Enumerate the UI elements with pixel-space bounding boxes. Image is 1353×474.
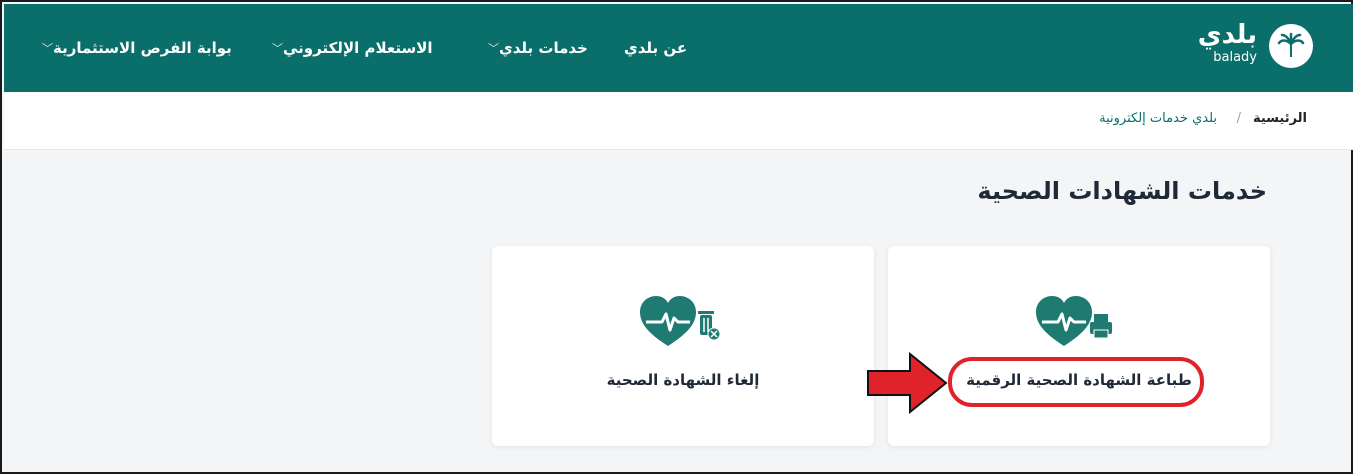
- heart-trash-icon: [638, 294, 728, 350]
- nav-item-about[interactable]: عن بلدي: [624, 4, 687, 92]
- nav-label: بوابة الفرص الاستثمارية: [53, 39, 232, 57]
- highlight-ellipse-annotation: [948, 357, 1204, 407]
- nav-label: عن بلدي: [624, 39, 688, 57]
- chevron-down-icon: ﹀: [272, 42, 283, 55]
- breadcrumb: الرئيسية / بلدي خدمات إلكترونية: [4, 92, 1353, 150]
- logo-english-text: balady: [1213, 50, 1257, 65]
- balady-logo[interactable]: بلدي balady: [1173, 20, 1313, 74]
- card-label: إلغاء الشهادة الصحية: [606, 371, 760, 389]
- nav-item-investment[interactable]: ﹀ بوابة الفرص الاستثمارية: [36, 4, 232, 92]
- top-navigation-bar: بلدي balady عن بلدي ﹀ خدمات بلدي ﹀ الاست…: [4, 4, 1353, 92]
- card-cancel-health-certificate[interactable]: إلغاء الشهادة الصحية: [492, 246, 874, 446]
- nav-item-services[interactable]: ﹀ خدمات بلدي: [482, 4, 588, 92]
- chevron-down-icon: ﹀: [488, 42, 499, 55]
- logo-arabic-text: بلدي: [1197, 20, 1257, 50]
- palm-tree-icon: [1269, 24, 1313, 68]
- page-title: خدمات الشهادات الصحية: [977, 177, 1267, 205]
- breadcrumb-separator: /: [1236, 111, 1241, 126]
- red-arrow-annotation: [866, 351, 948, 415]
- nav-label: خدمات بلدي: [499, 39, 588, 57]
- breadcrumb-home[interactable]: الرئيسية: [1253, 111, 1307, 126]
- heart-printer-icon: [1034, 294, 1124, 350]
- card-print-health-certificate[interactable]: طباعة الشهادة الصحية الرقمية: [888, 246, 1270, 446]
- browser-frame: بلدي balady عن بلدي ﹀ خدمات بلدي ﹀ الاست…: [0, 0, 1353, 474]
- breadcrumb-current[interactable]: بلدي خدمات إلكترونية: [1099, 111, 1217, 126]
- nav-item-inquiry[interactable]: ﹀ الاستعلام الإلكتروني: [266, 4, 433, 92]
- nav-label: الاستعلام الإلكتروني: [283, 39, 433, 57]
- chevron-down-icon: ﹀: [42, 42, 53, 55]
